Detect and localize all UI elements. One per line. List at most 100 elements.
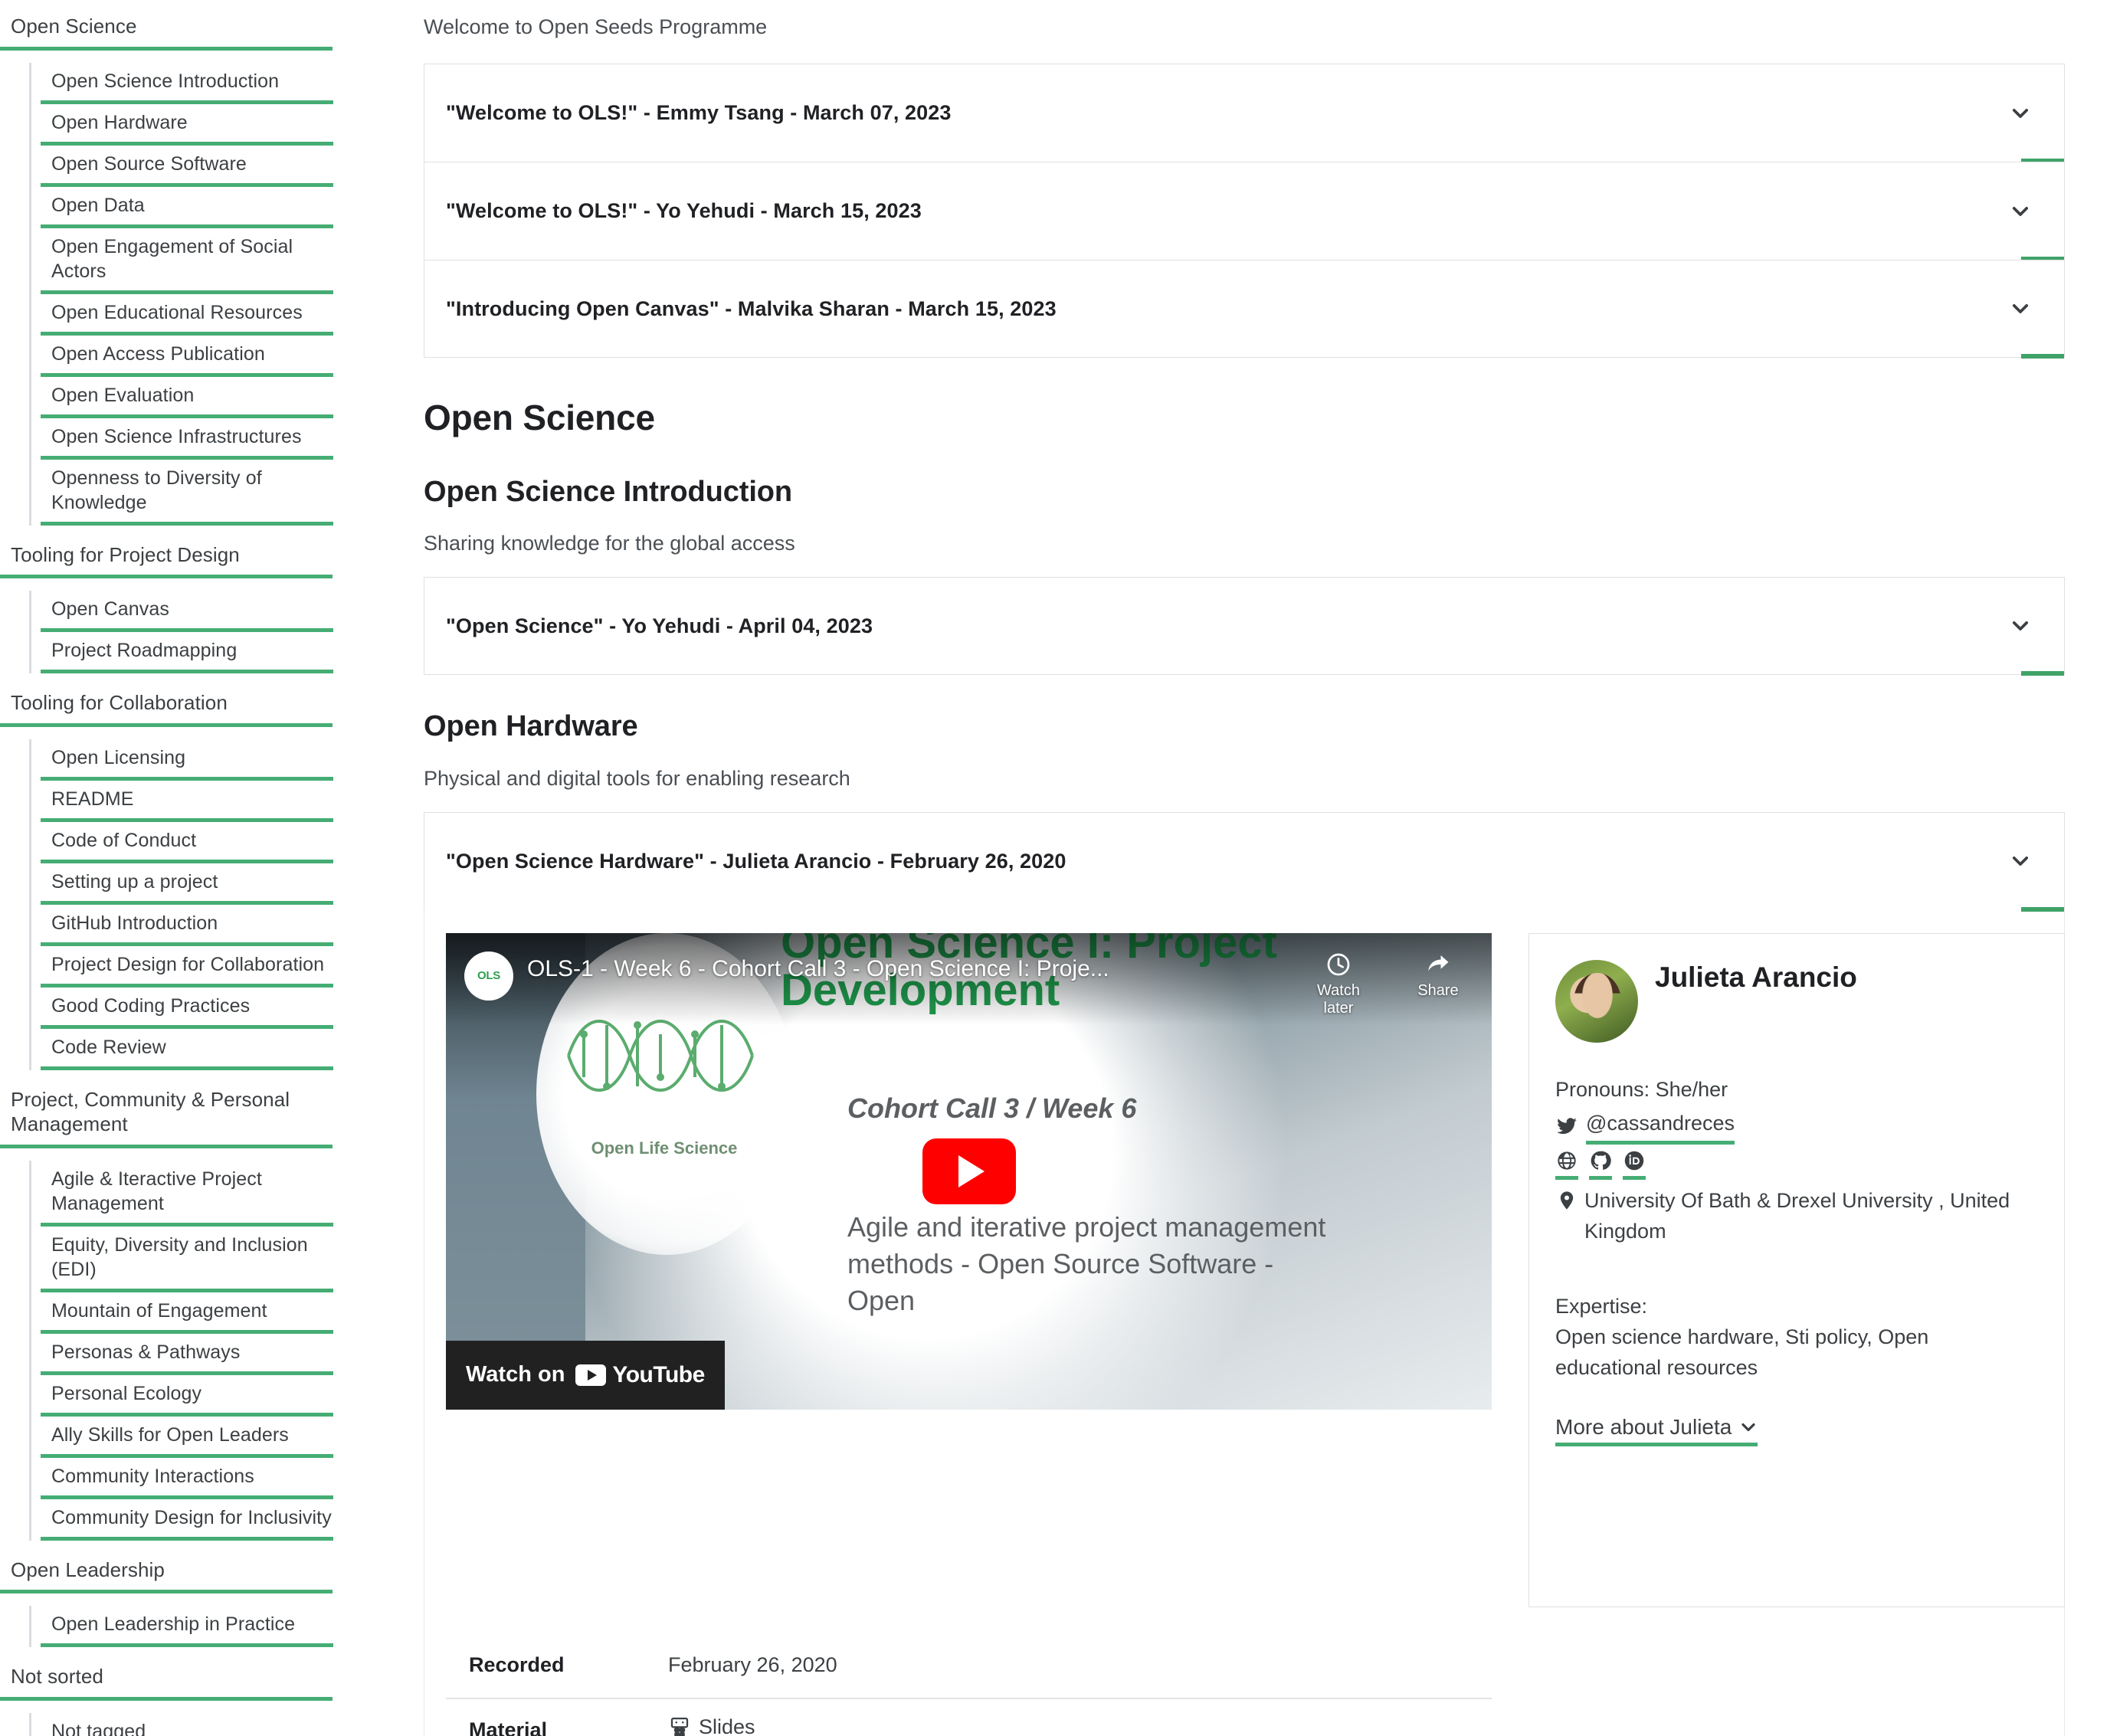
sidebar-item[interactable]: Code Review: [41, 1029, 333, 1070]
accordion-item-title: "Open Science Hardware" - Julieta Aranci…: [446, 849, 1066, 873]
sidebar-group-items: Open Science Introduction Open Hardware Op…: [29, 62, 424, 526]
sidebar-item[interactable]: Ally Skills for Open Leaders: [41, 1417, 333, 1458]
twitter-icon: [1555, 1115, 1578, 1138]
sidebar-group: Not sorted Not tagged: [0, 1659, 424, 1736]
sidebar-item[interactable]: Project Design for Collaboration: [41, 946, 333, 988]
slideshare-icon: [670, 1717, 689, 1736]
sidebar-item[interactable]: Community Design for Inclusivity: [41, 1499, 333, 1541]
orcid-icon[interactable]: [1623, 1149, 1646, 1180]
page-title: Open Science: [424, 398, 655, 438]
sidebar-group-heading[interactable]: Open Leadership: [0, 1553, 333, 1594]
sidebar-item[interactable]: Good Coding Practices: [41, 988, 333, 1029]
sidebar-group-heading[interactable]: Tooling for Collaboration: [0, 686, 333, 727]
youtube-video-title[interactable]: OLS-1 - Week 6 - Cohort Call 3 - Open Sc…: [527, 956, 1289, 983]
speaker-expertise-value: Open science hardware, Sti policy, Open …: [1555, 1325, 1929, 1379]
sidebar-item[interactable]: Open Data: [41, 187, 333, 228]
sidebar-item[interactable]: Open Access Publication: [41, 336, 333, 377]
slideshare-icon: [668, 1716, 691, 1736]
speaker-pronouns-text: Pronouns: She/her: [1555, 1077, 1728, 1101]
speaker-social-links: [1555, 1149, 2038, 1180]
sidebar-item[interactable]: Not tagged: [41, 1713, 333, 1736]
subsection-accordion-1: "Open Science Hardware" - Julieta Aranci…: [424, 811, 2065, 1736]
sidebar-item[interactable]: GitHub Introduction: [41, 905, 333, 946]
sidebar-item[interactable]: Open Licensing: [41, 739, 333, 781]
sidebar-group-heading[interactable]: Open Science: [0, 9, 333, 51]
accordion-item[interactable]: "Introducing Open Canvas" - Malvika Shar…: [424, 260, 2065, 359]
sidebar-item[interactable]: Mountain of Engagement: [41, 1292, 333, 1334]
speaker-twitter[interactable]: @cassandreces: [1555, 1109, 2038, 1145]
youtube-logo: YouTube: [575, 1361, 705, 1388]
avatar: [1555, 959, 1638, 1043]
sidebar-item[interactable]: Project Roadmapping: [41, 632, 333, 673]
metadata-link-label: Slides: [699, 1715, 755, 1736]
speaker-pronouns: Pronouns: She/her: [1555, 1075, 2038, 1105]
accordion-item[interactable]: "Open Science" - Yo Yehudi - April 04, 2…: [424, 577, 2065, 676]
channel-avatar[interactable]: OLS: [464, 951, 513, 1001]
sidebar-group: Project, Community & Personal Management…: [0, 1083, 424, 1541]
sidebar-item[interactable]: Open Engagement of Social Actors: [41, 228, 333, 294]
chevron-down-icon: [2007, 296, 2033, 322]
accordion-panel-open-science-hardware: Open Life Science Open Science I: Projec…: [424, 909, 2065, 1736]
sidebar-group-heading[interactable]: Tooling for Project Design: [0, 538, 333, 578]
sidebar-item[interactable]: Equity, Diversity and Inclusion (EDI): [41, 1227, 333, 1292]
more-about-speaker-label: More about Julieta: [1555, 1415, 1732, 1440]
share-label: Share: [1417, 981, 1459, 999]
subsection-desc-0: Sharing knowledge for the global access: [424, 532, 795, 555]
sidebar-group: Tooling for Collaboration Open Licensing R…: [0, 686, 424, 1070]
youtube-video-embed[interactable]: Open Life Science Open Science I: Projec…: [446, 932, 1492, 1410]
youtube-wordmark: YouTube: [612, 1361, 705, 1387]
sidebar-item[interactable]: Personal Ecology: [41, 1375, 333, 1417]
welcome-accordion: "Welcome to OLS!" - Emmy Tsang - March 0…: [424, 64, 2065, 359]
clock-icon: [1327, 953, 1350, 976]
sidebar-item[interactable]: Open Canvas: [41, 591, 333, 632]
speaker-expertise: Expertise: Open science hardware, Sti po…: [1555, 1292, 2038, 1384]
speaker-expertise-label: Expertise:: [1555, 1294, 1648, 1318]
page-root: Open Science Open Science Introduction Ope…: [0, 0, 2110, 1736]
sidebar-item[interactable]: Agile & Iteractive Project Management: [41, 1161, 333, 1227]
watch-on-label: Watch on: [466, 1362, 565, 1387]
sidebar: Open Science Open Science Introduction Ope…: [0, 0, 424, 1736]
sidebar-item[interactable]: Open Educational Resources: [41, 294, 333, 336]
sidebar-group: Open Science Open Science Introduction Ope…: [0, 9, 424, 526]
accordion-item-title: "Welcome to OLS!" - Yo Yehudi - March 15…: [446, 199, 922, 223]
watch-later-button[interactable]: Watch later: [1303, 952, 1374, 1017]
sidebar-item[interactable]: Open Hardware: [41, 104, 333, 146]
sidebar-item[interactable]: README: [41, 781, 333, 822]
sidebar-item[interactable]: Code of Conduct: [41, 822, 333, 863]
sidebar-item[interactable]: Setting up a project: [41, 863, 333, 905]
speaker-name: Julieta Arancio: [1655, 961, 1857, 993]
speaker-affiliation-text: University Of Bath & Drexel University ,…: [1584, 1188, 2010, 1243]
sidebar-item[interactable]: Personas & Pathways: [41, 1334, 333, 1375]
accordion-item-open-science-hardware[interactable]: "Open Science Hardware" - Julieta Aranci…: [424, 811, 2065, 912]
metadata-link[interactable]: Slides: [668, 1715, 755, 1736]
chevron-down-icon: [2007, 613, 2033, 639]
sidebar-group-items: Open Licensing README Code of Conduct Setti…: [29, 739, 424, 1070]
sidebar-item[interactable]: Open Source Software: [41, 146, 333, 187]
sidebar-item[interactable]: Open Leadership in Practice: [41, 1606, 333, 1647]
more-about-speaker-button[interactable]: More about Julieta: [1555, 1415, 1758, 1447]
sidebar-item[interactable]: Openness to Diversity of Knowledge: [41, 460, 333, 526]
accordion-item[interactable]: "Welcome to OLS!" - Emmy Tsang - March 0…: [424, 64, 2065, 164]
youtube-play-icon: [575, 1364, 607, 1386]
sidebar-item[interactable]: Community Interactions: [41, 1458, 333, 1499]
sidebar-item[interactable]: Open Evaluation: [41, 377, 333, 418]
slide-body-text: Agile and iterative project management m…: [847, 1210, 1326, 1317]
slide-subtitle-text: Cohort Call 3 / Week 6: [847, 1092, 1137, 1124]
sidebar-group-heading[interactable]: Not sorted: [0, 1659, 333, 1701]
github-icon[interactable]: [1589, 1149, 1612, 1180]
speaker-card: Julieta Arancio Pronouns: She/her @cassa…: [1528, 932, 2065, 1607]
share-button[interactable]: Share: [1403, 952, 1473, 1017]
sidebar-item[interactable]: Open Science Introduction: [41, 63, 333, 104]
accordion-item-title: "Introducing Open Canvas" - Malvika Shar…: [446, 296, 1057, 320]
main-content: Welcome to Open Seeds Programme "Welcome…: [424, 0, 2110, 1736]
accordion-item[interactable]: "Welcome to OLS!" - Yo Yehudi - March 15…: [424, 162, 2065, 262]
ols-logo-caption: Open Life Science: [591, 1138, 738, 1158]
sidebar-group-heading[interactable]: Project, Community & Personal Management: [0, 1083, 333, 1148]
globe-icon[interactable]: [1555, 1149, 1578, 1180]
speaker-twitter-handle[interactable]: @cassandreces: [1586, 1109, 1735, 1145]
chevron-down-icon: [2007, 100, 2033, 126]
accordion-item-title: "Open Science" - Yo Yehudi - April 04, 2…: [446, 614, 873, 637]
watch-on-youtube-button[interactable]: Watch on YouTube: [446, 1340, 725, 1410]
play-button[interactable]: [922, 1138, 1016, 1204]
sidebar-item[interactable]: Open Science Infrastructures: [41, 418, 333, 460]
